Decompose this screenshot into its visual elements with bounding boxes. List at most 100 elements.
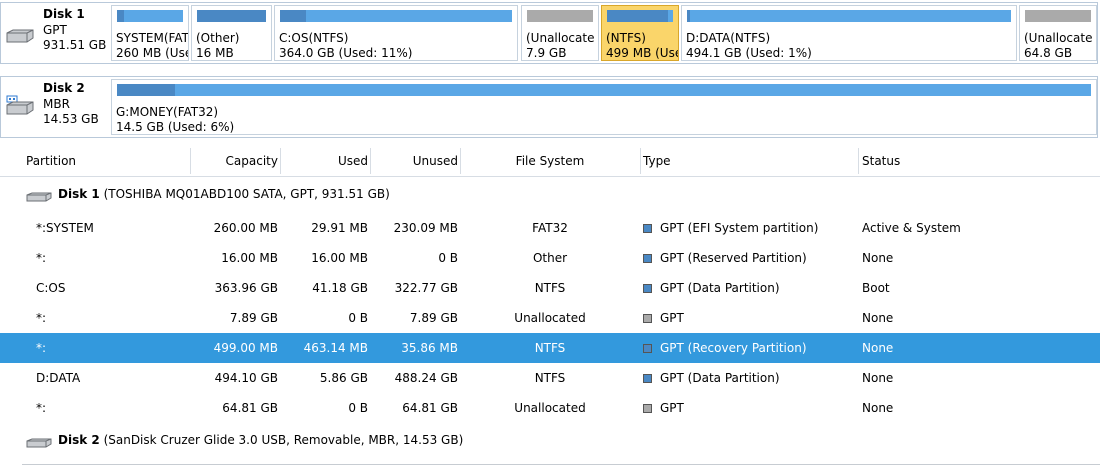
- column-divider[interactable]: [858, 148, 859, 174]
- cell-unused: 0 B: [438, 251, 458, 265]
- partition-label: SYSTEM(FAT: [116, 31, 189, 45]
- column-header-partition[interactable]: Partition: [26, 146, 76, 176]
- cell-partition: *:: [36, 311, 47, 325]
- column-header-file-system[interactable]: File System: [462, 146, 638, 176]
- partition-block-unallocated[interactable]: (Unallocate 7.9 GB: [521, 5, 599, 61]
- divider: [22, 464, 1100, 465]
- cell-capacity: 64.81 GB: [222, 401, 278, 415]
- partition-block[interactable]: SYSTEM(FAT 260 MB (Used: [111, 5, 189, 61]
- disk-name: Disk 2: [43, 81, 85, 95]
- usage-bar: [687, 10, 1011, 22]
- partition-size: 499 MB (Use: [606, 46, 679, 60]
- usage-bar: [1025, 10, 1091, 22]
- disk-map: Disk 1 GPT 931.51 GB SYSTEM(FAT 260 MB (…: [0, 0, 1100, 142]
- table-row[interactable]: *: 16.00 MB 16.00 MB 0 B Other GPT (Reserved …: [0, 243, 1100, 273]
- cell-capacity: 16.00 MB: [221, 251, 278, 265]
- cell-type: GPT: [643, 311, 684, 325]
- usage-bar-fill: [117, 10, 125, 22]
- cell-partition: *:SYSTEM: [36, 221, 94, 235]
- table-row[interactable]: *: 499.00 MB 463.14 MB 35.86 MB NTFS GPT (Rec…: [0, 333, 1100, 363]
- cell-unused: 488.24 GB: [394, 371, 458, 385]
- partition-label: (Unallocate: [1024, 31, 1093, 45]
- cell-used: 16.00 MB: [311, 251, 368, 265]
- column-header-type[interactable]: Type: [643, 146, 671, 176]
- cell-status: None: [862, 341, 894, 355]
- cell-status: Boot: [862, 281, 890, 295]
- disk-info: Disk 2 MBR 14.53 GB: [1, 77, 109, 137]
- usage-bar-fill: [280, 10, 306, 22]
- partition-type-swatch-icon: [643, 404, 652, 413]
- column-divider[interactable]: [370, 148, 371, 174]
- cell-used: 5.86 GB: [319, 371, 368, 385]
- usage-bar: [117, 84, 1091, 96]
- table-header: Partition Capacity Used Unused File Syst…: [0, 146, 1100, 177]
- cell-type: GPT (Data Partition): [643, 371, 780, 385]
- partition-size: 7.9 GB: [526, 46, 567, 60]
- cell-file-system: NTFS: [534, 341, 566, 355]
- partition-block-selected[interactable]: (NTFS) 499 MB (Use: [601, 5, 679, 61]
- cell-file-system: NTFS: [534, 281, 566, 295]
- cell-unused: 7.89 GB: [409, 311, 458, 325]
- table-row[interactable]: *: 7.89 GB 0 B 7.89 GB Unallocated GPT None: [0, 303, 1100, 333]
- partition-block[interactable]: G:MONEY(FAT32) 14.5 GB (Used: 6%): [111, 79, 1097, 135]
- partition-size: 64.8 GB: [1024, 46, 1073, 60]
- disk-size: 14.53 GB: [43, 112, 99, 126]
- type-text: GPT: [660, 401, 684, 415]
- cell-type: GPT (Data Partition): [643, 281, 780, 295]
- usage-bar-fill: [687, 10, 691, 22]
- cell-file-system: NTFS: [534, 371, 566, 385]
- disk-name: Disk 1: [43, 7, 85, 21]
- partition-block[interactable]: C:OS(NTFS) 364.0 GB (Used: 11%): [274, 5, 518, 61]
- cell-file-system: FAT32: [532, 221, 568, 235]
- cell-unused: 64.81 GB: [402, 401, 458, 415]
- partition-type-swatch-icon: [643, 224, 652, 233]
- partition-label: C:OS(NTFS): [279, 31, 349, 45]
- partition-block[interactable]: (Other) 16 MB: [191, 5, 272, 61]
- partition-block-unallocated[interactable]: (Unallocate 64.8 GB: [1019, 5, 1097, 61]
- table-row[interactable]: *:SYSTEM 260.00 MB 29.91 MB 230.09 MB FAT32 G…: [0, 213, 1100, 243]
- table-row[interactable]: *: 64.81 GB 0 B 64.81 GB Unallocated GPT None: [0, 393, 1100, 423]
- partition-size: 494.1 GB (Used: 1%): [686, 46, 812, 60]
- cell-file-system: Unallocated: [514, 401, 586, 415]
- partition-label: (Unallocate: [526, 31, 595, 45]
- partition-block[interactable]: D:DATA(NTFS) 494.1 GB (Used: 1%): [681, 5, 1017, 61]
- partition-size: 14.5 GB (Used: 6%): [116, 120, 235, 134]
- table-row[interactable]: D:DATA 494.10 GB 5.86 GB 488.24 GB NTFS GPT (…: [0, 363, 1100, 393]
- disk-map-row-disk-1[interactable]: Disk 1 GPT 931.51 GB SYSTEM(FAT 260 MB (…: [0, 2, 1098, 64]
- cell-partition: *:: [36, 251, 47, 265]
- disk-group-row[interactable]: Disk 1 (TOSHIBA MQ01ABD100 SATA, GPT, 93…: [0, 177, 1100, 213]
- cell-file-system: Unallocated: [514, 311, 586, 325]
- disk-partition-style: MBR: [43, 97, 70, 111]
- cell-type: GPT (EFI System partition): [643, 221, 818, 235]
- table-row[interactable]: C:OS 363.96 GB 41.18 GB 322.77 GB NTFS GPT (D…: [0, 273, 1100, 303]
- column-header-status[interactable]: Status: [862, 146, 900, 176]
- partition-table: Partition Capacity Used Unused File Syst…: [0, 146, 1100, 459]
- disk-group-detail: (SanDisk Cruzer Glide 3.0 USB, Removable…: [103, 433, 464, 447]
- cell-capacity: 499.00 MB: [213, 341, 278, 355]
- disk-group-label: Disk 2: [58, 433, 100, 447]
- disk-map-row-disk-2[interactable]: Disk 2 MBR 14.53 GB G:MONEY(FAT32) 14.5 …: [0, 76, 1098, 138]
- cell-partition: *:: [36, 341, 47, 355]
- partition-type-swatch-icon: [643, 314, 652, 323]
- cell-unused: 35.86 MB: [401, 341, 458, 355]
- column-header-capacity[interactable]: Capacity: [192, 146, 278, 176]
- disk-info: Disk 1 GPT 931.51 GB: [1, 3, 109, 63]
- cell-used: 41.18 GB: [312, 281, 368, 295]
- column-divider[interactable]: [190, 148, 191, 174]
- cell-partition: C:OS: [36, 281, 66, 295]
- type-text: GPT (EFI System partition): [660, 221, 819, 235]
- column-divider[interactable]: [460, 148, 461, 174]
- cell-unused: 230.09 MB: [393, 221, 458, 235]
- cell-partition: D:DATA: [36, 371, 81, 385]
- column-divider[interactable]: [280, 148, 281, 174]
- cell-capacity: 363.96 GB: [214, 281, 278, 295]
- usage-bar: [117, 10, 183, 22]
- cell-capacity: 260.00 MB: [213, 221, 278, 235]
- column-divider[interactable]: [640, 148, 641, 174]
- column-header-used[interactable]: Used: [282, 146, 368, 176]
- column-header-unused[interactable]: Unused: [372, 146, 458, 176]
- cell-file-system: Other: [532, 251, 568, 265]
- usage-bar: [280, 10, 512, 22]
- cell-type: GPT (Recovery Partition): [643, 341, 807, 355]
- disk-group-row[interactable]: Disk 2 (SanDisk Cruzer Glide 3.0 USB, Re…: [0, 423, 1100, 459]
